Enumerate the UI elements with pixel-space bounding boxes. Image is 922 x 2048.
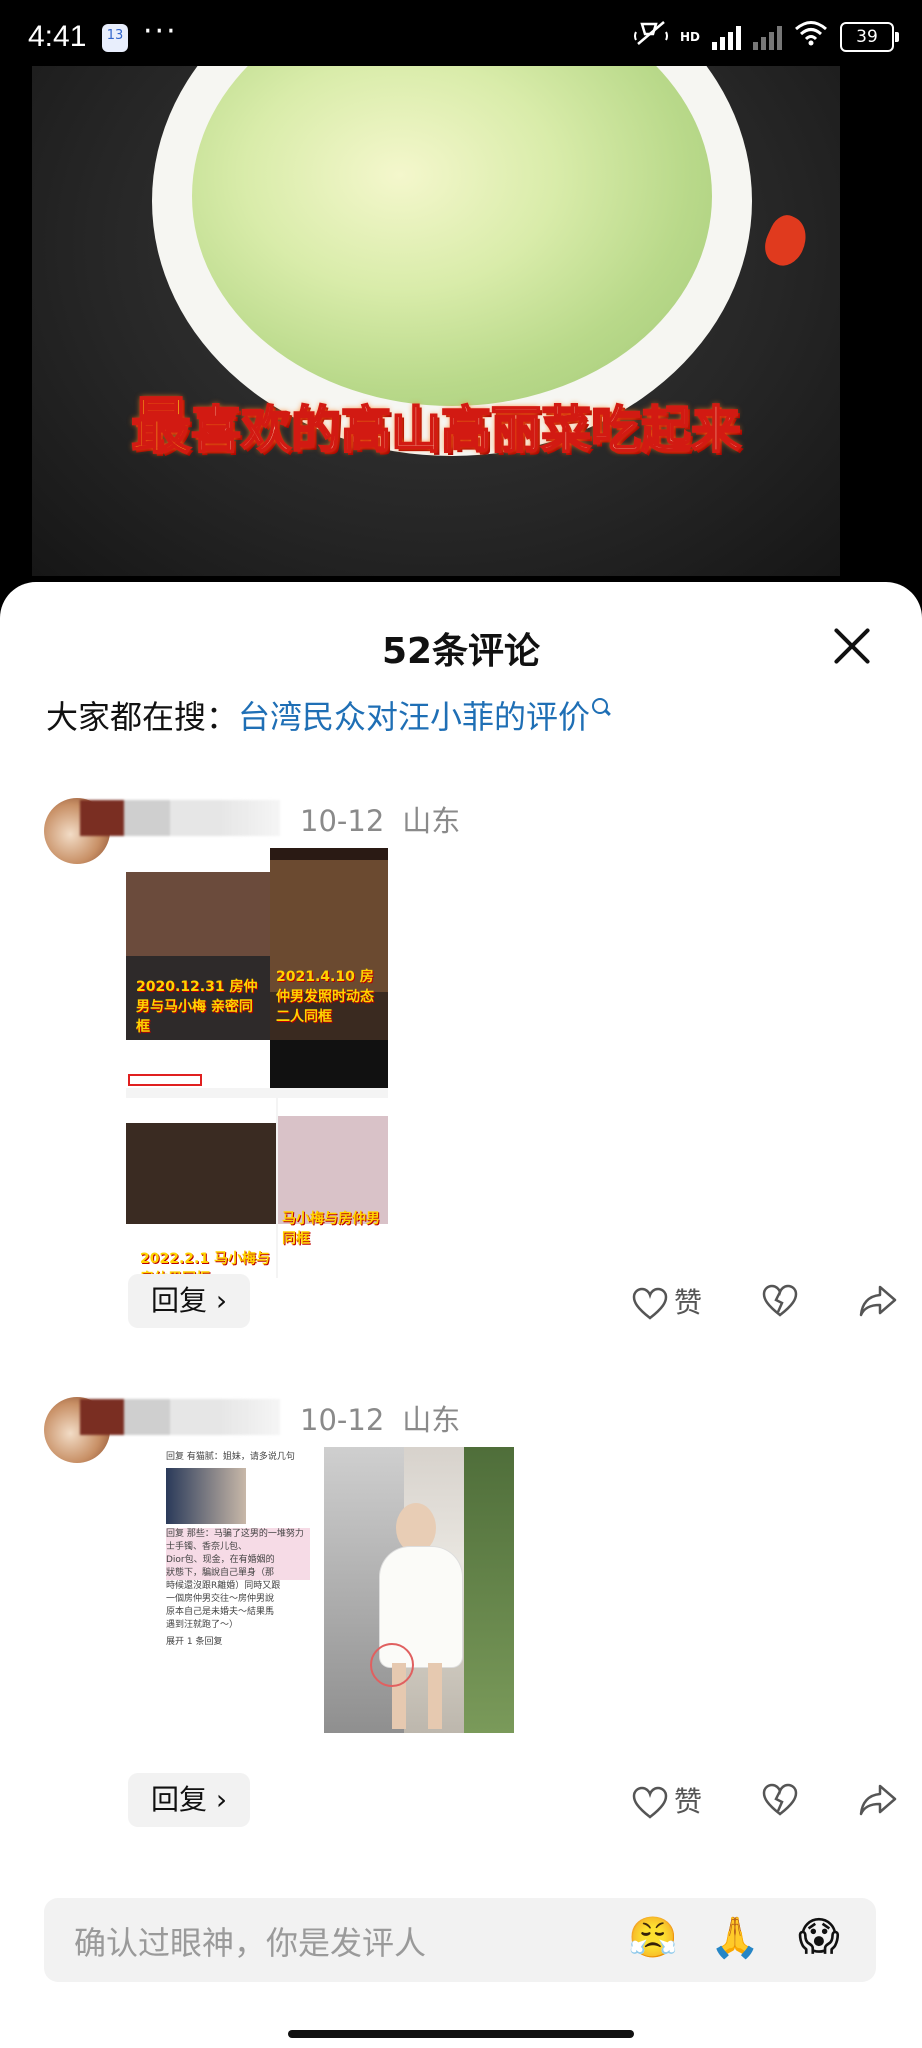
reply-button[interactable]: 回复 ›	[128, 1773, 250, 1827]
signal-weak-icon	[753, 24, 782, 50]
more-notifications-icon: ···	[143, 14, 178, 49]
heart-icon	[632, 1786, 668, 1819]
status-time: 4:41	[28, 20, 87, 53]
username-blurred[interactable]	[80, 1399, 280, 1435]
tree-background	[464, 1447, 514, 1733]
like-label: 赞	[674, 1286, 703, 1319]
close-icon[interactable]	[832, 626, 872, 666]
post-line: 回复 那些：马骗了这男的一堆努力士手镯、香奈儿包、	[166, 1528, 310, 1554]
post-line: 狀態下，騙說自己單身（那	[166, 1567, 310, 1580]
like-button[interactable]: 赞	[632, 1274, 702, 1328]
chili-pepper-image	[758, 210, 814, 272]
trending-search-prefix: 大家都在搜：	[46, 698, 239, 736]
wifi-icon	[794, 20, 828, 53]
comment-meta: 10-12 山东	[300, 798, 478, 840]
broken-heart-icon	[762, 1284, 798, 1317]
broken-heart-icon	[762, 1783, 798, 1816]
post-thumbnail	[166, 1468, 246, 1524]
emoji-steam-face-icon[interactable]: 😤	[628, 1914, 678, 1961]
collage-highlight	[128, 1074, 202, 1086]
collage-photo-1	[126, 848, 270, 1088]
caption-first-char: 最	[130, 392, 192, 462]
comment-input[interactable]: 确认过眼神，你是发评人 😤 🙏 😱	[44, 1898, 876, 1982]
comment-image-photo[interactable]	[324, 1447, 514, 1733]
status-bar: 4:41 13 ··· HD 39	[0, 0, 922, 70]
mute-vibrate-icon	[633, 18, 668, 55]
post-line: 展开 1 条回复	[166, 1637, 223, 1647]
share-icon	[859, 1784, 897, 1816]
emoji-shocked-face-icon[interactable]: 😱	[798, 1914, 840, 1960]
heart-icon	[632, 1287, 668, 1320]
dislike-button[interactable]	[762, 1274, 798, 1328]
comment-image-post-screenshot[interactable]: 回复 有猫腻：姐妹，请多说几句 回复 那些：马骗了这男的一堆努力士手镯、香奈儿包…	[162, 1447, 314, 1747]
collage-label-1: 2020.12.31 房仲男与马小梅 亲密同框	[136, 979, 258, 1035]
caption-text: 喜欢的高山高丽菜吃起来	[190, 400, 742, 460]
share-icon	[859, 1285, 897, 1317]
emoji-praying-hands-icon[interactable]: 🙏	[710, 1914, 760, 1961]
share-button[interactable]	[858, 1274, 898, 1328]
dislike-button[interactable]	[762, 1773, 798, 1827]
video-caption: 最喜欢的高山高丽菜吃起来	[32, 395, 840, 461]
comment-actions: 赞	[622, 1274, 922, 1328]
reply-button[interactable]: 回复 ›	[128, 1274, 250, 1328]
comment-date: 10-12	[300, 1403, 385, 1437]
username-blurred[interactable]	[80, 800, 280, 836]
post-screenshot-text: 回复 有猫腻：姐妹，请多说几句 回复 那些：马骗了这男的一堆努力士手镯、香奈儿包…	[166, 1451, 310, 1649]
comment-meta: 10-12 山东	[300, 1397, 478, 1439]
comment-image-collage[interactable]: 2020.12.31 房仲男与马小梅 亲密同框 2021.4.10 房仲男发照时…	[126, 848, 388, 1278]
handbag-highlight-circle	[370, 1643, 414, 1687]
share-button[interactable]	[858, 1773, 898, 1827]
home-indicator[interactable]	[288, 2030, 634, 2038]
battery-icon: 39	[840, 21, 899, 52]
video-preview[interactable]: 最喜欢的高山高丽菜吃起来	[32, 66, 840, 576]
comment-location: 山东	[402, 1403, 461, 1437]
comment-actions: 赞	[622, 1773, 922, 1827]
post-line: 原本自己是未婚夫～結果馬	[166, 1607, 275, 1617]
comment-item: 10-12 山东 2020.12.31 房仲男与马小梅 亲密同框 2021.4.1…	[0, 798, 922, 1328]
like-button[interactable]: 赞	[632, 1773, 702, 1827]
post-line: 回复 有猫腻：姐妹，请多说几句	[166, 1452, 295, 1462]
comments-title: 52条评论	[381, 631, 541, 672]
signal-icon	[712, 24, 741, 50]
post-line: 時候還沒跟R離婚）同時又跟	[166, 1581, 281, 1591]
post-line: 一個房仲男交往～房仲男說	[166, 1594, 275, 1604]
network-hd-label: HD	[679, 29, 700, 44]
trending-search-row: 大家都在搜：台湾民众对汪小菲的评价	[46, 692, 609, 738]
comment-location: 山东	[402, 804, 461, 838]
notification-badge: 13	[102, 24, 128, 52]
comment-input-placeholder: 确认过眼神，你是发评人	[74, 1924, 427, 1962]
collage-label-2: 2021.4.10 房仲男发照时动态 二人同框	[276, 969, 374, 1025]
like-label: 赞	[674, 1785, 703, 1818]
collage-label-4: 马小梅与房仲男同框	[282, 1211, 380, 1247]
person-head	[396, 1503, 436, 1553]
trending-search-link[interactable]: 台湾民众对汪小菲的评价	[238, 698, 590, 736]
comment-item: 10-12 山东 回复 有猫腻：姐妹，请多说几句 回复 那些：马骗了这男的一堆努力…	[0, 1397, 922, 1877]
person-leg	[428, 1663, 442, 1729]
comment-date: 10-12	[300, 804, 385, 838]
comments-sheet: 52条评论 大家都在搜：台湾民众对汪小菲的评价 10-12 山东 2020.12.…	[0, 582, 922, 2048]
search-icon	[592, 698, 609, 714]
post-line: 遇到汪就跑了～）	[166, 1620, 239, 1630]
collage-photo-4	[278, 1098, 388, 1278]
post-line: Dior包、现金，在有婚姻的	[166, 1554, 310, 1567]
